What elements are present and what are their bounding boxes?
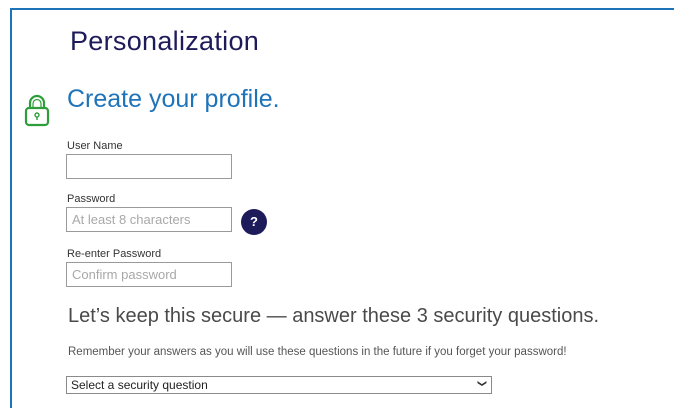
password-label: Password xyxy=(67,193,116,205)
confirm-password-field[interactable] xyxy=(66,262,232,287)
username-label: User Name xyxy=(67,140,123,152)
username-field[interactable] xyxy=(66,154,232,179)
security-question-select[interactable]: Select a security question ❯ xyxy=(66,376,492,394)
chevron-down-icon: ❯ xyxy=(477,379,488,388)
security-heading: Let’s keep this secure — answer these 3 … xyxy=(68,305,600,327)
security-note: Remember your answers as you will use th… xyxy=(68,346,567,358)
lock-icon xyxy=(24,94,50,127)
confirm-password-label: Re-enter Password xyxy=(67,248,162,260)
password-field[interactable] xyxy=(66,207,232,232)
password-help-button[interactable]: ? xyxy=(241,209,267,235)
section-title: Create your profile. xyxy=(67,85,280,113)
page-title: Personalization xyxy=(70,26,260,56)
